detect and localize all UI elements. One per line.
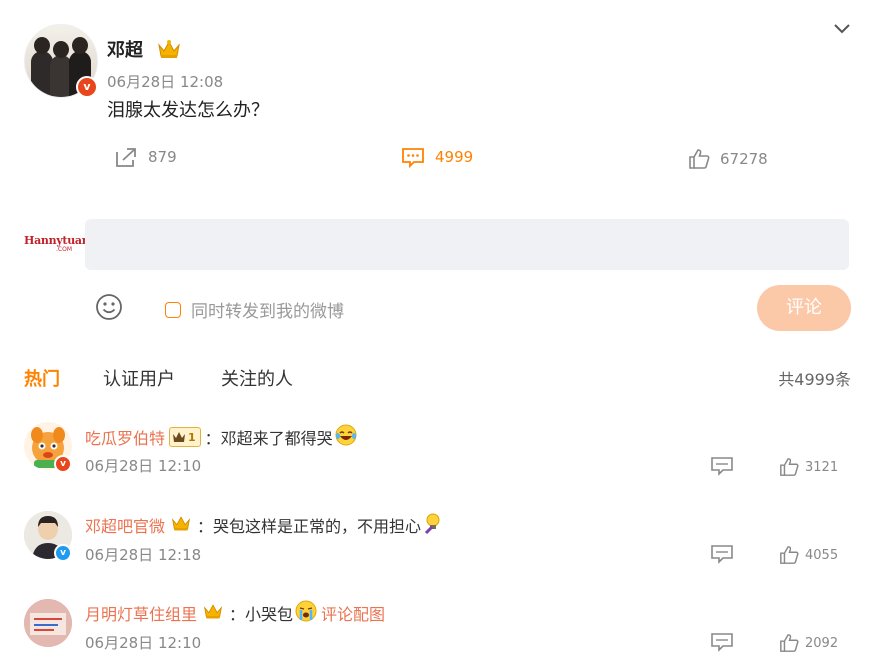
post-author-name[interactable]: 邓超 (107, 36, 181, 64)
crown-icon (173, 432, 186, 442)
comment-like-button[interactable]: 2092 (779, 633, 838, 653)
crown-icon (171, 514, 191, 536)
comment-author-name[interactable]: 吃瓜罗伯特 (85, 425, 165, 449)
crown-icon (203, 602, 223, 624)
comment-like-count: 2092 (805, 635, 839, 651)
comment-bubble-icon[interactable] (710, 544, 734, 566)
member-level-badge: 1 (169, 427, 201, 447)
post-timestamp[interactable]: 06月28日 12:08 (107, 71, 223, 92)
like-count: 67278 (720, 150, 768, 168)
repost-button[interactable]: 879 (114, 146, 177, 168)
comment-like-button[interactable]: 3121 (779, 457, 838, 477)
tab-following[interactable]: 关注的人 (221, 365, 293, 391)
submit-comment-button[interactable]: 评论 (757, 285, 851, 331)
repost-checkbox-label: 同时转发到我的微博 (191, 302, 344, 322)
comment-avatar[interactable] (24, 599, 72, 647)
comment-author-name[interactable]: 月明灯草住组里 (85, 601, 197, 625)
tab-verified-users[interactable]: 认证用户 (103, 365, 175, 391)
comment-like-count: 3121 (805, 459, 839, 475)
comment-count: 4999 (435, 148, 474, 166)
tab-hot[interactable]: 热门 (24, 365, 60, 391)
like-button[interactable]: 67278 (688, 148, 768, 170)
comment-bubble-icon[interactable] (710, 456, 734, 478)
comment-like-button[interactable]: 4055 (779, 545, 838, 565)
share-arrow-icon (116, 148, 136, 167)
verified-badge-icon: v (54, 544, 72, 562)
chevron-down-icon[interactable] (832, 18, 852, 38)
comment-text: ：小哭包 (229, 605, 294, 624)
comment-image-link[interactable]: 评论配图 (321, 601, 385, 625)
crying-emoji-icon (295, 600, 317, 626)
comment-timestamp[interactable]: 06月28日 12:10 (85, 632, 201, 653)
thumbs-up-icon (780, 546, 799, 564)
repost-to-my-weibo-checkbox[interactable]: 同时转发到我的微博 (165, 297, 344, 322)
verified-badge-icon: v (76, 76, 98, 98)
comment-button[interactable]: 4999 (401, 146, 473, 168)
repost-count: 879 (148, 148, 177, 166)
lightbulb-emoji-icon (423, 512, 443, 538)
comment-bubble-icon (402, 148, 424, 168)
checkbox-box[interactable] (165, 301, 181, 318)
comment-total-count: 共4999条 (778, 370, 851, 389)
crown-icon (157, 39, 181, 64)
post-author-name-text: 邓超 (107, 40, 143, 61)
verified-badge-icon: v (54, 455, 72, 473)
comment-text: ：邓超来了都得哭 (204, 429, 333, 448)
comment-input[interactable] (85, 219, 849, 270)
post-body-text: 泪腺太发达怎么办？ (107, 100, 269, 121)
thumbs-up-icon (780, 634, 799, 652)
thumbs-up-icon (689, 149, 710, 169)
comment-author-name[interactable]: 邓超吧官微 (85, 513, 165, 537)
comment-text: ：哭包这样是正常的，不用担心 (197, 517, 422, 536)
comment-timestamp[interactable]: 06月28日 12:18 (85, 544, 201, 565)
comment-bubble-icon[interactable] (710, 632, 734, 654)
comment-timestamp[interactable]: 06月28日 12:10 (85, 455, 201, 476)
brand-logo: Hannytuan .COM (24, 234, 90, 253)
smiley-icon[interactable] (95, 293, 123, 321)
thumbs-up-icon (780, 458, 799, 476)
comment-like-count: 4055 (805, 547, 839, 563)
laughing-tears-emoji-icon (335, 424, 357, 450)
